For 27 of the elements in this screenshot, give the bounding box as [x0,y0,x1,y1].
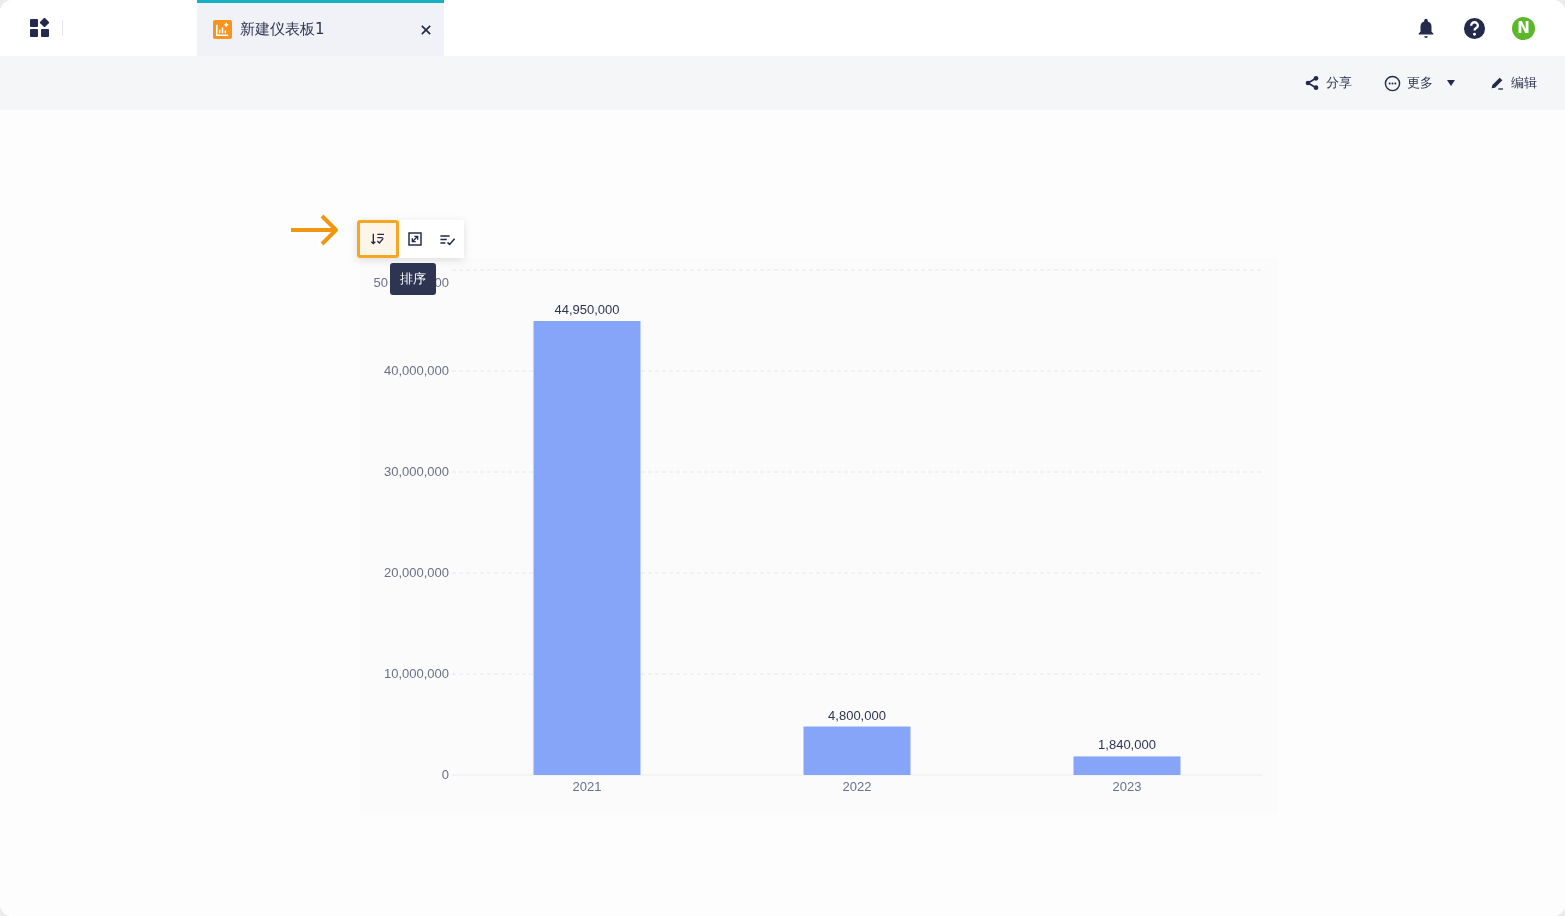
axis-category-label: 2022 [842,779,872,794]
pencil-icon [1489,75,1505,91]
more-button[interactable]: 更多 [1384,74,1457,92]
sort-button[interactable] [357,220,399,258]
value-label: 1,840,000 [1098,737,1156,753]
axis-tick-label: 0 [441,767,449,782]
axis-tick-label: 50 [373,275,388,290]
share-icon [1304,75,1320,91]
value-label: 44,950,000 [554,302,620,317]
axis-category-label: 2023 [1112,779,1142,794]
apps-icon[interactable] [30,18,50,38]
edit-button[interactable]: 编辑 [1489,74,1537,92]
tab-title: 新建仪表板1 [240,20,326,39]
chart-icon [213,20,232,39]
axis-tick-label: 40,000,000 [383,363,449,378]
sort-icon [370,231,386,247]
axis-tick-label: 30,000,000 [383,464,449,479]
more-icon [1384,74,1401,92]
help-icon[interactable] [1463,16,1486,40]
axis-tick-label: 20,000,000 [383,565,449,580]
axis-category-label: 2021 [572,779,602,794]
value-label: 4,800,000 [828,707,886,723]
share-button[interactable]: 分享 [1304,74,1352,92]
dashboard-tab[interactable]: 新建仪表板1 [197,0,444,56]
expand-icon [407,231,423,247]
tooltip: 排序 [390,263,436,295]
axis-tick-label: 10,000,000 [383,666,449,681]
